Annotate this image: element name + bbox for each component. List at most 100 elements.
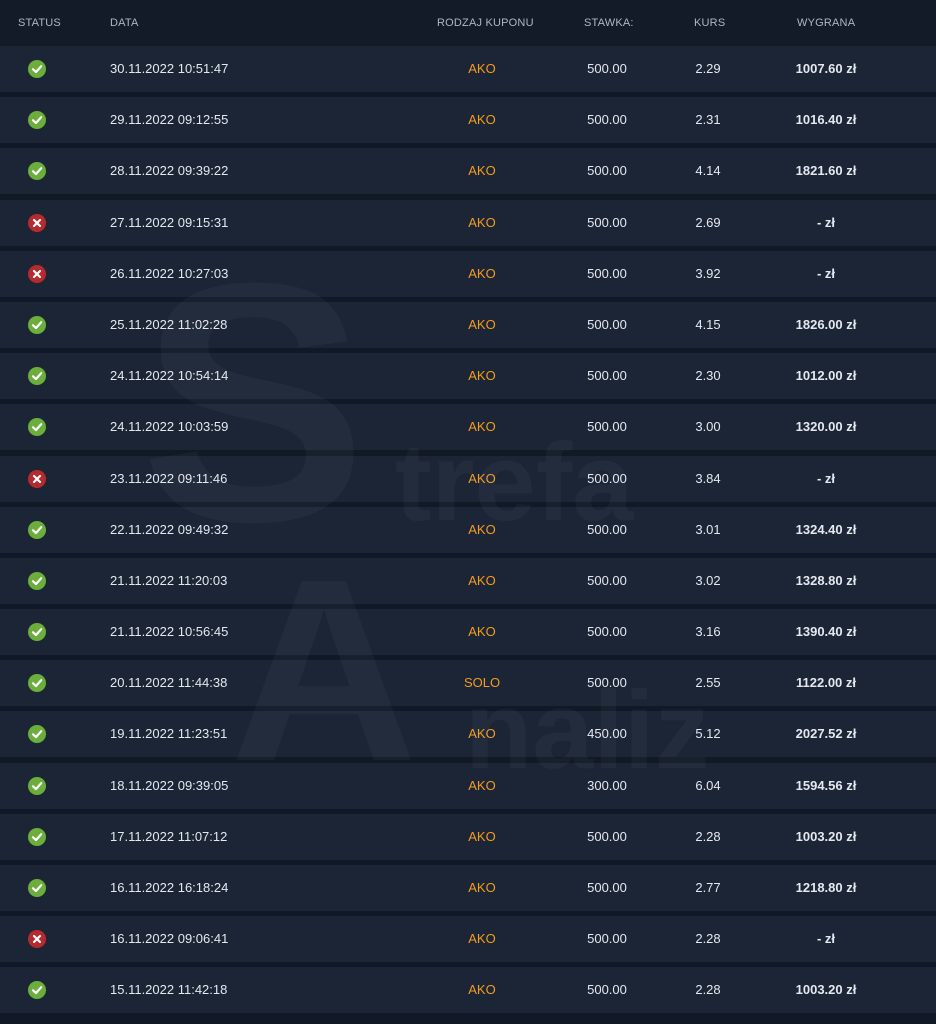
odds-value: 6.04 — [695, 777, 721, 793]
coupon-type: AKO — [468, 777, 496, 793]
table-row[interactable]: 29.11.2022 09:12:55 AKO 500.00 2.31 1016.40 … — [0, 97, 936, 144]
bet-date: 20.11.2022 11:44:38 — [110, 675, 228, 691]
win-value: 1320.00 zł — [795, 419, 857, 435]
coupon-type: AKO — [468, 163, 496, 179]
win-value: 1003.20 zł — [795, 828, 857, 844]
table-row[interactable]: 22.11.2022 09:49:32 AKO 500.00 3.01 1324.40 … — [0, 506, 936, 553]
odds-value: 2.28 — [695, 982, 721, 998]
coupon-type: AKO — [468, 368, 496, 384]
bet-date: 16.11.2022 16:18:24 — [110, 880, 229, 895]
table-row[interactable]: 17.11.2022 11:07:12 AKO 500.00 2.28 1003.20 … — [0, 813, 936, 860]
win-value: 1390.40 zł — [795, 624, 857, 640]
table-row[interactable]: 24.11.2022 10:03:59 AKO 500.00 3.00 1320.00 … — [0, 404, 936, 451]
table-row[interactable]: 27.11.2022 09:15:31 AKO 500.00 2.69 - zł — [0, 199, 936, 246]
check-circle-icon — [28, 418, 46, 437]
table-row[interactable]: 16.11.2022 16:18:24 AKO 500.00 2.77 1218.80 … — [0, 865, 936, 911]
win-value: 1122.00 zł — [796, 675, 856, 691]
stake-value: 500.00 — [587, 521, 627, 537]
stake-value: 500.00 — [587, 368, 627, 384]
table-row[interactable]: 28.11.2022 09:39:22 AKO 500.00 4.14 1821.60 … — [0, 148, 936, 195]
check-circle-icon — [28, 60, 46, 78]
x-circle-icon — [28, 930, 46, 949]
table-row[interactable]: 18.11.2022 09:39:05 AKO 300.00 6.04 1594.56 … — [0, 762, 936, 809]
stake-value: 300.00 — [587, 777, 627, 793]
check-circle-icon — [28, 571, 46, 590]
bet-date: 18.11.2022 09:39:05 — [110, 777, 229, 793]
header-win: WYGRANA — [797, 17, 856, 29]
stake-value: 500.00 — [587, 214, 627, 230]
x-circle-icon — [28, 469, 46, 488]
table-row[interactable]: 25.11.2022 11:02:28 AKO 500.00 4.15 1826.00 … — [0, 301, 936, 348]
odds-value: 2.31 — [695, 112, 721, 128]
odds-value: 3.02 — [695, 572, 721, 588]
stake-value: 500.00 — [587, 982, 627, 998]
bet-date: 24.11.2022 10:54:14 — [110, 368, 229, 384]
bet-date: 29.11.2022 09:12:55 — [110, 112, 229, 128]
odds-value: 2.29 — [695, 61, 721, 76]
coupon-type: AKO — [468, 828, 496, 844]
win-value: 1324.40 zł — [795, 521, 857, 537]
stake-value: 500.00 — [587, 61, 627, 76]
bet-date: 17.11.2022 11:07:12 — [110, 828, 228, 844]
odds-value: 2.28 — [695, 828, 721, 844]
bet-date: 24.11.2022 10:03:59 — [110, 419, 229, 435]
coupon-type: AKO — [468, 112, 496, 128]
coupon-type: AKO — [468, 265, 496, 281]
coupon-type: SOLO — [463, 675, 501, 691]
odds-value: 4.14 — [695, 163, 721, 179]
table-row[interactable]: 26.11.2022 10:27:03 AKO 500.00 3.92 - zł — [0, 250, 936, 297]
stake-value: 500.00 — [587, 265, 627, 281]
stake-value: 500.00 — [587, 931, 627, 947]
header-date: DATA — [110, 17, 139, 29]
x-circle-icon — [28, 264, 46, 283]
coupon-type: AKO — [468, 61, 496, 76]
table-row[interactable]: 30.11.2022 10:51:47 AKO 500.00 2.29 1007.60 … — [0, 46, 936, 92]
stake-value: 500.00 — [587, 572, 627, 588]
check-circle-icon — [28, 725, 46, 744]
win-value: 1826.00 zł — [795, 316, 857, 332]
stake-value: 500.00 — [587, 316, 627, 332]
table-row[interactable]: 16.11.2022 09:06:41 AKO 500.00 2.28 - zł — [0, 916, 936, 963]
header-odds: KURS — [694, 17, 726, 29]
check-circle-icon — [28, 623, 46, 642]
odds-value: 3.92 — [695, 265, 721, 281]
check-circle-icon — [28, 674, 46, 693]
stake-value: 500.00 — [587, 470, 627, 486]
bet-date: 15.11.2022 11:42:18 — [110, 982, 228, 998]
bet-date: 21.11.2022 11:20:03 — [110, 572, 228, 588]
odds-value: 3.16 — [695, 624, 721, 640]
stake-value: 500.00 — [587, 828, 627, 844]
coupon-type: AKO — [468, 931, 496, 947]
bet-date: 16.11.2022 09:06:41 — [110, 931, 229, 947]
coupon-type: AKO — [468, 214, 496, 230]
table-row[interactable]: 23.11.2022 09:11:46 AKO 500.00 3.84 - zł — [0, 455, 936, 502]
bet-date: 21.11.2022 10:56:45 — [110, 624, 229, 640]
coupon-type: AKO — [468, 521, 496, 537]
odds-value: 5.12 — [695, 726, 721, 742]
header-coupon-type: RODZAJ KUPONU — [437, 17, 534, 29]
table-row[interactable]: 21.11.2022 11:20:03 AKO 500.00 3.02 1328.80 … — [0, 557, 936, 604]
odds-value: 2.28 — [695, 931, 721, 947]
header-stake: STAWKA: — [584, 17, 634, 29]
bet-date: 19.11.2022 11:23:51 — [110, 726, 228, 742]
odds-value: 2.77 — [695, 880, 721, 895]
bet-date: 30.11.2022 10:51:47 — [110, 61, 229, 76]
check-circle-icon — [28, 315, 46, 334]
table-row[interactable]: 19.11.2022 11:23:51 AKO 450.00 5.12 2027.52 … — [0, 711, 936, 758]
stake-value: 450.00 — [587, 726, 627, 742]
coupon-type: AKO — [468, 572, 496, 588]
check-circle-icon — [28, 520, 46, 539]
table-row[interactable]: 20.11.2022 11:44:38 SOLO 500.00 2.55 1122.00… — [0, 660, 936, 707]
check-circle-icon — [28, 111, 46, 130]
table-row[interactable]: 21.11.2022 10:56:45 AKO 500.00 3.16 1390.40 … — [0, 609, 936, 656]
stake-value: 500.00 — [587, 163, 627, 179]
win-value: 2027.52 zł — [795, 726, 857, 742]
bet-date: 27.11.2022 09:15:31 — [110, 214, 229, 230]
table-row[interactable]: 24.11.2022 10:54:14 AKO 500.00 2.30 1012.00 … — [0, 353, 936, 400]
table-row[interactable]: 15.11.2022 11:42:18 AKO 500.00 2.28 1003.20 … — [0, 967, 936, 1014]
odds-value: 2.30 — [695, 368, 721, 384]
win-value: 1007.60 zł — [795, 61, 857, 76]
odds-value: 4.15 — [695, 316, 721, 332]
coupon-type: AKO — [468, 624, 496, 640]
header-status: STATUS — [18, 17, 61, 29]
